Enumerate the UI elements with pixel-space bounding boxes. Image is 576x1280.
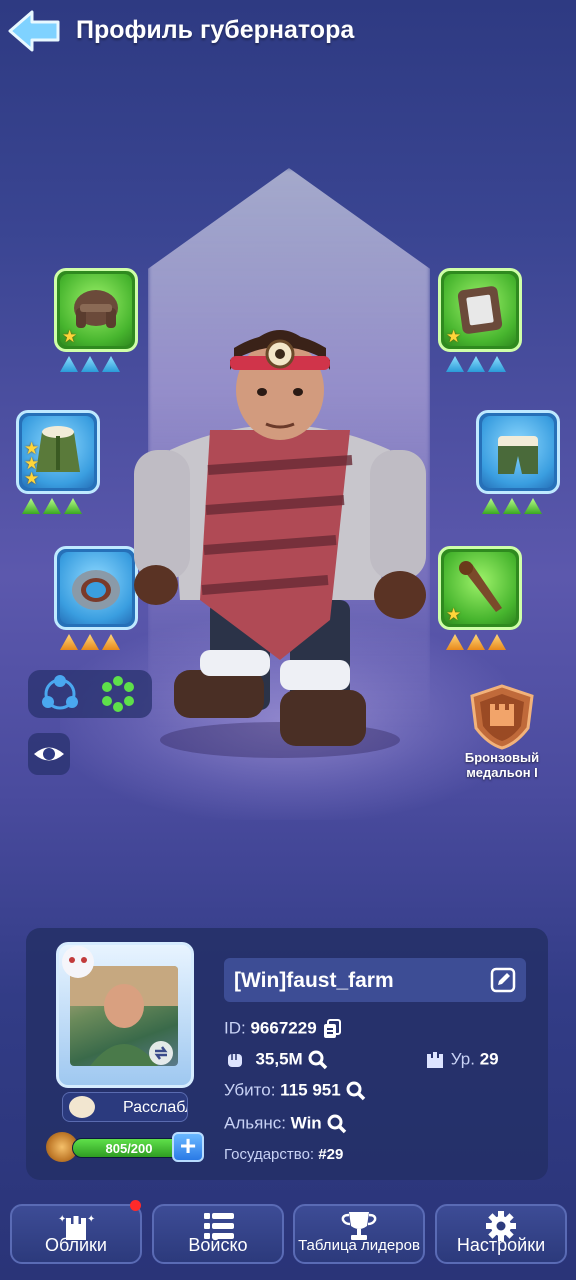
svg-text:✦: ✦ xyxy=(58,1214,66,1225)
stamina-value: 805/200 xyxy=(105,1141,153,1156)
nav-leaderboard-button[interactable]: Таблица лидеров xyxy=(293,1204,425,1264)
nav-army-button[interactable]: Войско xyxy=(152,1204,284,1264)
equip-slot-armor[interactable]: ★ ★ ★ xyxy=(16,410,100,494)
page-title: Профиль губернатора xyxy=(76,16,355,44)
rank-triangles xyxy=(446,634,506,650)
rank-triangles xyxy=(60,634,120,650)
equip-slot-headgear[interactable]: ★ xyxy=(54,268,138,352)
search-icon[interactable] xyxy=(326,1113,348,1135)
add-stamina-button[interactable]: + xyxy=(172,1132,204,1162)
governor-name: [Win]faust_farm xyxy=(234,969,394,992)
network-icon[interactable] xyxy=(42,675,78,710)
governor-name-box: [Win]faust_farm xyxy=(224,958,526,1002)
edit-name-icon[interactable] xyxy=(490,967,516,993)
back-arrow-icon xyxy=(8,10,60,52)
header: Профиль губернатора xyxy=(0,0,576,64)
star-rating: ★ xyxy=(446,327,462,346)
governor-state: Государство: #29 xyxy=(224,1146,344,1163)
nav-army-label: Войско xyxy=(188,1235,248,1255)
fist-icon xyxy=(228,1054,242,1067)
fur-pants-icon xyxy=(498,436,538,474)
copy-icon[interactable] xyxy=(321,1018,343,1040)
star-rating: ★ xyxy=(62,327,78,346)
rank-triangles xyxy=(22,498,82,514)
view-mode-toggle xyxy=(28,670,152,718)
snowman-icon xyxy=(62,946,94,978)
stamina-bar: 805/200 + xyxy=(46,1130,206,1164)
governor-character xyxy=(134,330,426,758)
nav-settings-label: Настройки xyxy=(456,1235,546,1255)
nav-leaderboard-label: Таблица лидеров xyxy=(298,1237,420,1254)
governor-power: 35,5M xyxy=(224,1049,329,1071)
rank-triangles xyxy=(482,498,542,514)
dot-ring-icon[interactable] xyxy=(102,676,134,712)
eye-icon xyxy=(34,747,64,761)
governor-alliance: Альянс: Win xyxy=(224,1113,348,1135)
star-rating: ★ xyxy=(446,605,462,624)
nav-skins-label: Облики xyxy=(45,1235,107,1255)
governor-kills: Убито: 115 951 xyxy=(224,1080,367,1102)
nav-settings-button[interactable]: Настройки xyxy=(435,1204,567,1264)
search-icon[interactable] xyxy=(345,1080,367,1102)
equip-slot-ring[interactable] xyxy=(54,546,138,630)
sheep-icon xyxy=(69,1096,95,1118)
governor-id: ID: 9667229 xyxy=(224,1018,343,1040)
back-button[interactable] xyxy=(6,8,62,54)
star-rating: ★ ★ ★ xyxy=(24,439,40,488)
eye-toggle-button[interactable] xyxy=(28,733,70,775)
metal-ring-icon xyxy=(72,570,120,610)
status-message[interactable]: Расслабляюсь xyxy=(62,1092,188,1122)
governor-level: Ур. 29 xyxy=(424,1049,499,1071)
bronze-medal-icon[interactable] xyxy=(466,684,538,750)
search-icon[interactable] xyxy=(307,1049,329,1071)
rank-triangles xyxy=(60,356,120,372)
equip-slot-accessory[interactable]: ★ xyxy=(438,268,522,352)
equip-slot-legs[interactable] xyxy=(476,410,560,494)
notification-dot xyxy=(130,1200,141,1211)
svg-text:✦: ✦ xyxy=(87,1214,95,1225)
castle-icon xyxy=(427,1052,443,1068)
rank-triangles xyxy=(446,356,506,372)
medal-label: Бронзовый медальон I xyxy=(464,750,540,780)
equip-slot-weapon[interactable]: ★ xyxy=(438,546,522,630)
nav-skins-button[interactable]: ✦ ✦ Облики xyxy=(10,1204,142,1264)
swap-icon[interactable] xyxy=(148,1040,174,1066)
